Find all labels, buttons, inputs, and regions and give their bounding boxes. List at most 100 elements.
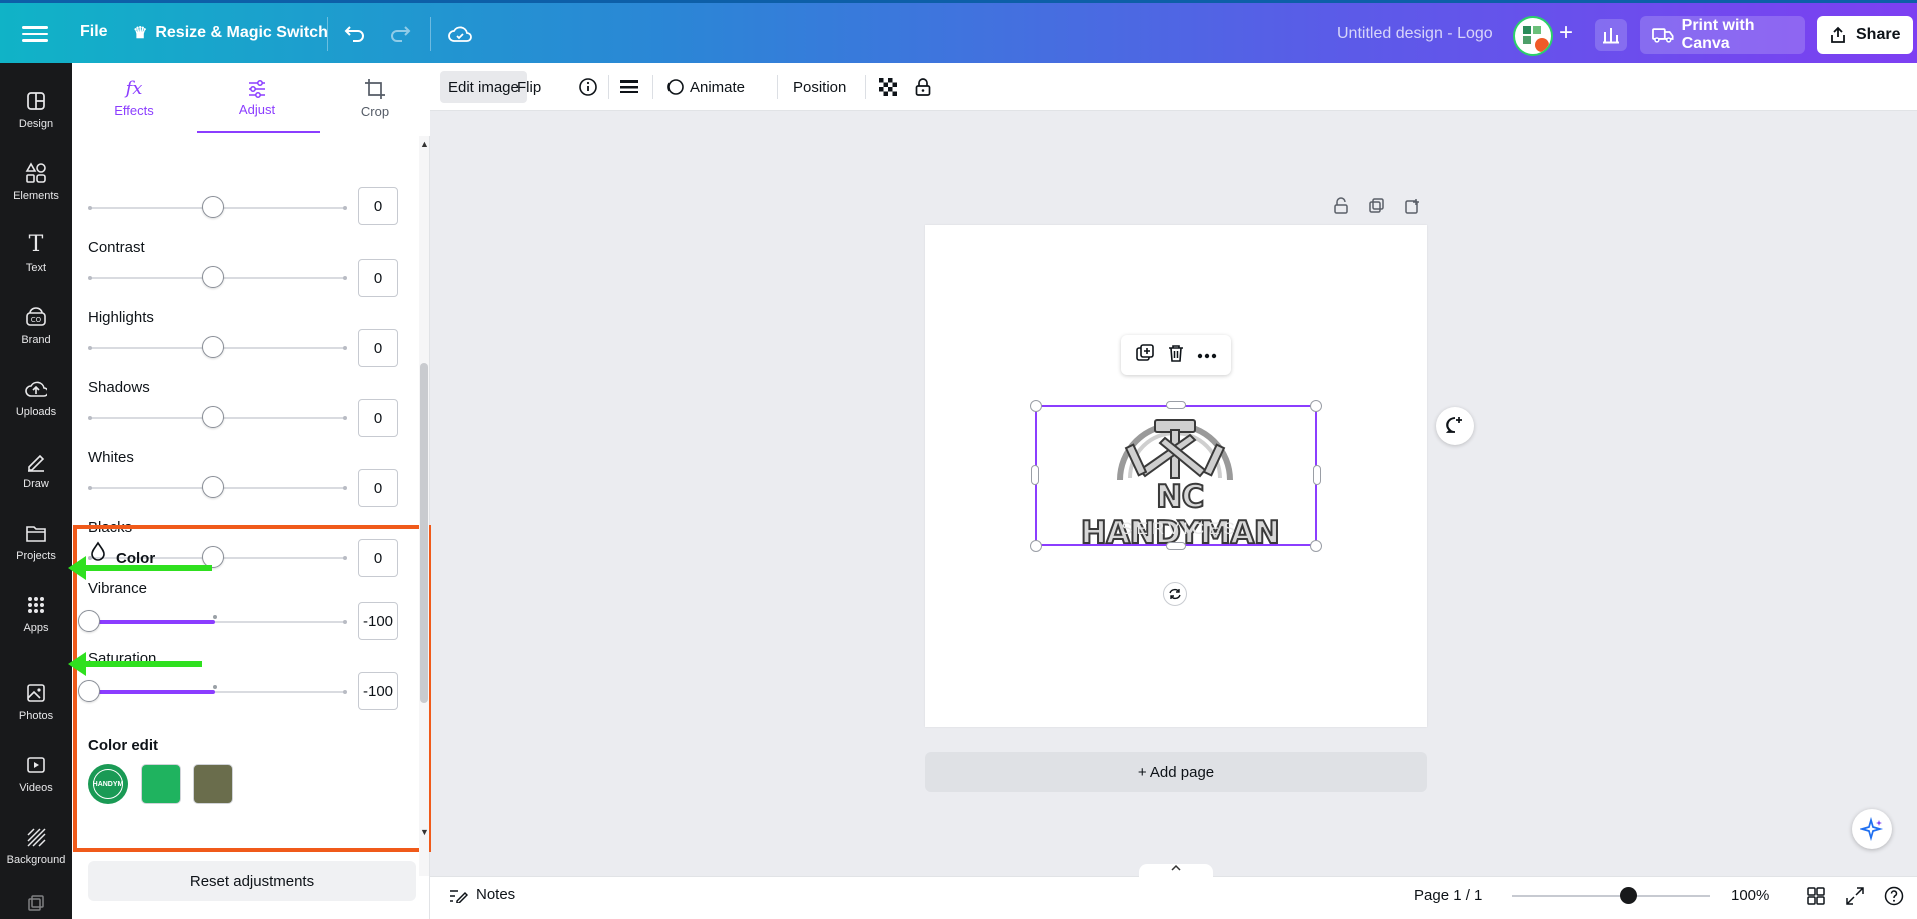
more-options-icon[interactable] — [1197, 346, 1217, 364]
rail-item-apps[interactable]: Apps — [0, 579, 72, 647]
resize-handle-tr[interactable] — [1310, 400, 1322, 412]
grid-view-icon[interactable] — [1805, 885, 1827, 907]
top-slider-value[interactable]: 0 — [358, 187, 398, 225]
projects-icon — [24, 521, 48, 545]
rail-label: Design — [18, 117, 54, 130]
rail-item-draw[interactable]: Draw — [0, 435, 72, 503]
reset-adjustments-button[interactable]: Reset adjustments — [88, 861, 416, 901]
info-icon[interactable] — [570, 71, 606, 103]
rail-item-photos[interactable]: Photos — [0, 667, 72, 735]
text-icon: T — [28, 232, 44, 257]
add-comment-icon[interactable] — [1436, 407, 1474, 445]
add-page-icon[interactable] — [1403, 196, 1423, 216]
file-menu-button[interactable]: File — [80, 23, 108, 41]
print-label: Print with Canva — [1681, 17, 1755, 52]
animate-button[interactable]: Animate — [657, 71, 753, 103]
zoom-value[interactable]: 100% — [1731, 887, 1769, 904]
delete-icon[interactable] — [1166, 343, 1186, 368]
resize-magic-switch-button[interactable]: ♛ Resize & Magic Switch — [133, 23, 328, 43]
resize-handle-bottom[interactable] — [1166, 542, 1186, 550]
divider — [865, 75, 866, 99]
resize-handle-left[interactable] — [1031, 465, 1039, 485]
lock-page-icon[interactable] — [1331, 196, 1351, 216]
notes-button[interactable]: Notes — [448, 886, 515, 903]
divider — [652, 75, 653, 99]
position-button[interactable]: Position — [785, 71, 854, 103]
page-indicator[interactable]: Page 1 / 1 — [1414, 887, 1482, 904]
add-page-button[interactable]: + Add page — [925, 752, 1427, 792]
rail-item-videos[interactable]: Videos — [0, 739, 72, 807]
whites-value-input[interactable]: 0 — [358, 469, 398, 507]
add-collaborator-button[interactable]: + — [1551, 19, 1581, 49]
resize-handle-top[interactable] — [1166, 401, 1186, 409]
design-title[interactable]: Untitled design - Logo — [1337, 25, 1493, 43]
divider — [608, 75, 609, 99]
panel-scrollbar-thumb[interactable] — [420, 363, 428, 703]
rail-label: Elements — [13, 189, 59, 202]
scroll-up-icon[interactable]: ▲ — [420, 139, 429, 149]
print-with-canva-button[interactable]: Print with Canva — [1640, 16, 1805, 54]
whites-slider-knob[interactable] — [202, 476, 224, 498]
magic-sparkle-icon[interactable] — [1852, 809, 1892, 849]
fullscreen-icon[interactable] — [1844, 885, 1866, 907]
rail-item-background[interactable]: Background — [0, 811, 72, 879]
divider — [430, 17, 431, 51]
shadows-slider-knob[interactable] — [202, 406, 224, 428]
tab-label: Crop — [360, 103, 390, 119]
svg-text:CO: CO — [31, 316, 42, 324]
cloud-saved-icon[interactable] — [445, 19, 475, 49]
tab-crop[interactable]: Crop — [325, 63, 425, 133]
notes-label: Notes — [476, 886, 516, 903]
rail-item-text[interactable]: T Text — [0, 219, 72, 287]
rail-label: Brand — [21, 333, 51, 346]
scroll-down-icon[interactable]: ▼ — [420, 827, 429, 837]
shadows-value-input[interactable]: 0 — [358, 399, 398, 437]
photos-icon — [24, 681, 48, 705]
animate-label: Animate — [690, 78, 746, 96]
rail-item-more[interactable] — [0, 883, 72, 919]
top-slider-knob[interactable] — [202, 196, 224, 218]
redo-icon[interactable] — [385, 19, 415, 49]
menu-icon[interactable] — [22, 22, 48, 44]
highlight-box — [73, 525, 431, 852]
element-floating-toolbar — [1121, 335, 1231, 375]
contrast-slider-knob[interactable] — [202, 266, 224, 288]
transparency-icon[interactable] — [871, 71, 905, 103]
rail-item-uploads[interactable]: Uploads — [0, 363, 72, 431]
rail-item-projects[interactable]: Projects — [0, 507, 72, 575]
avatar[interactable] — [1513, 16, 1553, 56]
slider-label: Contrast — [88, 239, 145, 256]
insights-chart-icon[interactable] — [1595, 19, 1627, 51]
rail-item-elements[interactable]: Elements — [0, 147, 72, 215]
resize-handle-tl[interactable] — [1030, 400, 1042, 412]
selected-image-frame[interactable] — [1035, 405, 1317, 546]
left-rail: Design Elements T Text CO Brand Uploads … — [0, 63, 72, 919]
duplicate-page-icon[interactable] — [1367, 196, 1387, 216]
tab-effects[interactable]: fx Effects — [84, 63, 184, 133]
border-style-icon[interactable] — [611, 71, 647, 103]
crown-icon: ♛ — [133, 25, 148, 42]
tab-adjust[interactable]: Adjust — [207, 63, 307, 133]
uploads-icon — [24, 377, 48, 401]
rotate-icon[interactable] — [1163, 582, 1187, 606]
zoom-slider-knob[interactable] — [1620, 887, 1637, 904]
lock-icon[interactable] — [906, 71, 940, 103]
zoom-slider-track[interactable] — [1512, 895, 1710, 897]
undo-icon[interactable] — [340, 19, 370, 49]
contrast-value-input[interactable]: 0 — [358, 259, 398, 297]
help-icon[interactable] — [1883, 885, 1905, 907]
highlights-slider-knob[interactable] — [202, 336, 224, 358]
show-pages-toggle[interactable] — [1139, 864, 1213, 878]
flip-button[interactable]: Flip — [509, 71, 549, 103]
share-button[interactable]: Share — [1817, 16, 1913, 54]
resize-handle-br[interactable] — [1310, 540, 1322, 552]
rail-item-design[interactable]: Design — [0, 75, 72, 143]
rail-item-brand[interactable]: CO Brand — [0, 291, 72, 359]
resize-handle-right[interactable] — [1313, 465, 1321, 485]
duplicate-icon[interactable] — [1135, 343, 1155, 368]
background-icon — [24, 825, 48, 849]
effects-fx-icon: fx — [125, 78, 143, 99]
resize-handle-bl[interactable] — [1030, 540, 1042, 552]
context-toolbar: Edit image Flip Animate Position — [430, 63, 1917, 111]
highlights-value-input[interactable]: 0 — [358, 329, 398, 367]
